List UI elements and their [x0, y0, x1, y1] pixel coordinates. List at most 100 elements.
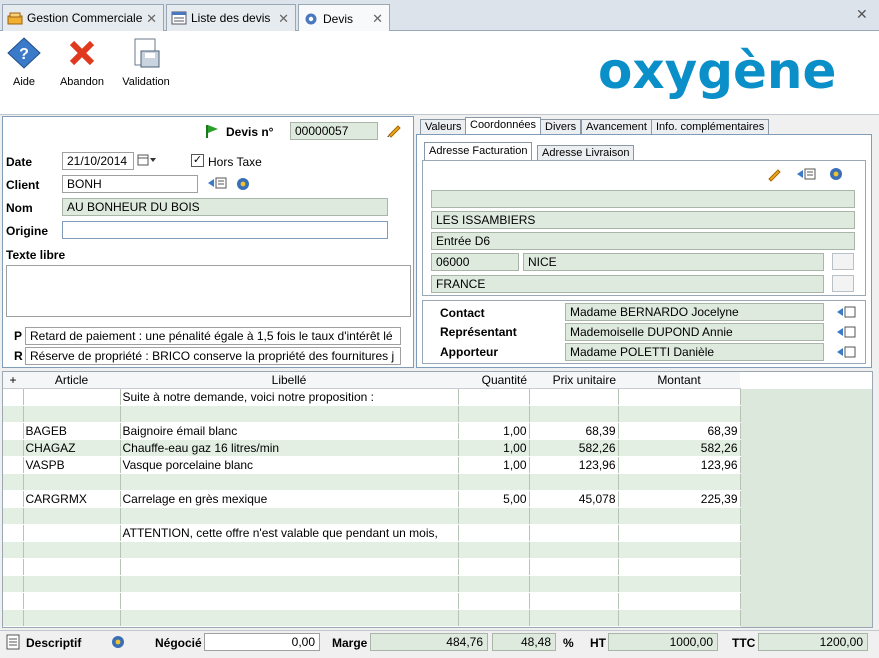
- tab-devis[interactable]: Devis ✕: [298, 4, 390, 32]
- pencil-icon[interactable]: [766, 166, 782, 185]
- montant-cell[interactable]: [618, 405, 741, 423]
- libelle-cell[interactable]: Carrelage en grès mexique: [120, 490, 459, 508]
- gear-icon[interactable]: [110, 634, 126, 653]
- close-icon[interactable]: ✕: [372, 11, 383, 27]
- table-row[interactable]: [3, 592, 741, 610]
- header-article[interactable]: Article: [23, 372, 120, 389]
- quantite-cell[interactable]: 5,00: [458, 490, 530, 508]
- prix-unitaire-cell[interactable]: [529, 473, 619, 491]
- article-cell[interactable]: VASPB: [23, 456, 121, 474]
- table-row[interactable]: [3, 541, 741, 559]
- article-cell[interactable]: [23, 541, 121, 559]
- gear-icon[interactable]: [235, 176, 251, 195]
- row-selector[interactable]: [3, 439, 24, 457]
- tab-info-complementaires[interactable]: Info. complémentaires: [651, 119, 770, 135]
- window-close-icon[interactable]: ✕: [856, 6, 868, 23]
- montant-cell[interactable]: [618, 592, 741, 610]
- libelle-cell[interactable]: [120, 575, 459, 593]
- montant-cell[interactable]: [618, 558, 741, 576]
- table-row[interactable]: [3, 575, 741, 593]
- quantite-cell[interactable]: [458, 558, 530, 576]
- montant-cell[interactable]: [618, 507, 741, 525]
- prix-unitaire-cell[interactable]: [529, 524, 619, 542]
- quantite-cell[interactable]: [458, 609, 530, 627]
- quantite-cell[interactable]: [458, 592, 530, 610]
- prix-unitaire-cell[interactable]: [529, 609, 619, 627]
- country-lookup-button[interactable]: [832, 275, 854, 292]
- table-row[interactable]: [3, 507, 741, 525]
- row-selector[interactable]: [3, 422, 24, 440]
- montant-cell[interactable]: [618, 524, 741, 542]
- table-row[interactable]: BAGEB Baignoire émail blanc 1,00 68,39 68,39: [3, 422, 741, 440]
- libelle-cell[interactable]: Suite à notre demande, voici notre propo…: [120, 388, 459, 406]
- row-selector[interactable]: [3, 541, 24, 559]
- libelle-cell[interactable]: ATTENTION, cette offre n'est valable que…: [120, 524, 459, 542]
- table-row[interactable]: [3, 405, 741, 423]
- ownership-terms-field[interactable]: Réserve de propriété : BRICO conserve la…: [25, 347, 401, 365]
- tab-avancement[interactable]: Avancement: [581, 119, 652, 135]
- article-cell[interactable]: [23, 405, 121, 423]
- tab-divers[interactable]: Divers: [540, 119, 582, 135]
- tab-valeurs[interactable]: Valeurs: [420, 119, 467, 135]
- prix-unitaire-cell[interactable]: [529, 507, 619, 525]
- table-row[interactable]: [3, 609, 741, 627]
- add-column-icon[interactable]: +: [3, 372, 23, 389]
- montant-cell[interactable]: [618, 388, 741, 406]
- tab-gestion-commerciale[interactable]: Gestion Commerciale ✕: [2, 4, 164, 31]
- libelle-cell[interactable]: [120, 592, 459, 610]
- table-row[interactable]: [3, 473, 741, 491]
- lookup-list-icon[interactable]: [836, 345, 856, 362]
- row-selector[interactable]: [3, 558, 24, 576]
- lookup-list-icon[interactable]: [796, 167, 816, 184]
- lookup-list-icon[interactable]: [836, 305, 856, 322]
- prix-unitaire-cell[interactable]: [529, 541, 619, 559]
- article-cell[interactable]: [23, 575, 121, 593]
- close-icon[interactable]: ✕: [146, 11, 157, 27]
- article-cell[interactable]: BAGEB: [23, 422, 121, 440]
- origine-field[interactable]: [62, 221, 388, 239]
- header-libelle[interactable]: Libellé: [120, 372, 458, 389]
- prix-unitaire-cell[interactable]: 68,39: [529, 422, 619, 440]
- montant-cell[interactable]: [618, 473, 741, 491]
- header-montant[interactable]: Montant: [618, 372, 740, 389]
- validate-button[interactable]: Validation: [120, 37, 172, 88]
- montant-cell[interactable]: 582,26: [618, 439, 741, 457]
- quantite-cell[interactable]: [458, 388, 530, 406]
- montant-cell[interactable]: [618, 575, 741, 593]
- prix-unitaire-cell[interactable]: [529, 592, 619, 610]
- libelle-cell[interactable]: [120, 405, 459, 423]
- quantite-cell[interactable]: [458, 473, 530, 491]
- close-icon[interactable]: ✕: [278, 11, 289, 27]
- libelle-cell[interactable]: Chauffe-eau gaz 16 litres/min: [120, 439, 459, 457]
- libelle-cell[interactable]: [120, 507, 459, 525]
- tab-adresse-livraison[interactable]: Adresse Livraison: [537, 145, 635, 161]
- tab-coordonnees[interactable]: Coordonnées: [465, 117, 542, 135]
- libelle-cell[interactable]: Baignoire émail blanc: [120, 422, 459, 440]
- table-row[interactable]: [3, 558, 741, 576]
- article-cell[interactable]: [23, 609, 121, 627]
- payment-terms-field[interactable]: Retard de paiement : une pénalité égale …: [25, 327, 401, 345]
- prix-unitaire-cell[interactable]: [529, 405, 619, 423]
- texte-libre-field[interactable]: [6, 265, 411, 317]
- header-quantite[interactable]: Quantité: [458, 372, 529, 389]
- row-selector[interactable]: [3, 490, 24, 508]
- article-cell[interactable]: [23, 507, 121, 525]
- article-cell[interactable]: CHAGAZ: [23, 439, 121, 457]
- prix-unitaire-cell[interactable]: [529, 575, 619, 593]
- row-selector[interactable]: [3, 609, 24, 627]
- quantite-cell[interactable]: [458, 541, 530, 559]
- table-row[interactable]: ATTENTION, cette offre n'est valable que…: [3, 524, 741, 542]
- calendar-icon[interactable]: [137, 153, 157, 170]
- negocie-field[interactable]: 0,00: [204, 633, 320, 651]
- quantite-cell[interactable]: 1,00: [458, 422, 530, 440]
- quantite-cell[interactable]: [458, 575, 530, 593]
- quantite-cell[interactable]: 1,00: [458, 439, 530, 457]
- prix-unitaire-cell[interactable]: [529, 558, 619, 576]
- montant-cell[interactable]: [618, 541, 741, 559]
- prix-unitaire-cell[interactable]: [529, 388, 619, 406]
- table-row[interactable]: Suite à notre demande, voici notre propo…: [3, 388, 741, 406]
- lookup-list-icon[interactable]: [836, 325, 856, 342]
- tab-adresse-facturation[interactable]: Adresse Facturation: [424, 142, 533, 161]
- quantite-cell[interactable]: [458, 524, 530, 542]
- montant-cell[interactable]: 225,39: [618, 490, 741, 508]
